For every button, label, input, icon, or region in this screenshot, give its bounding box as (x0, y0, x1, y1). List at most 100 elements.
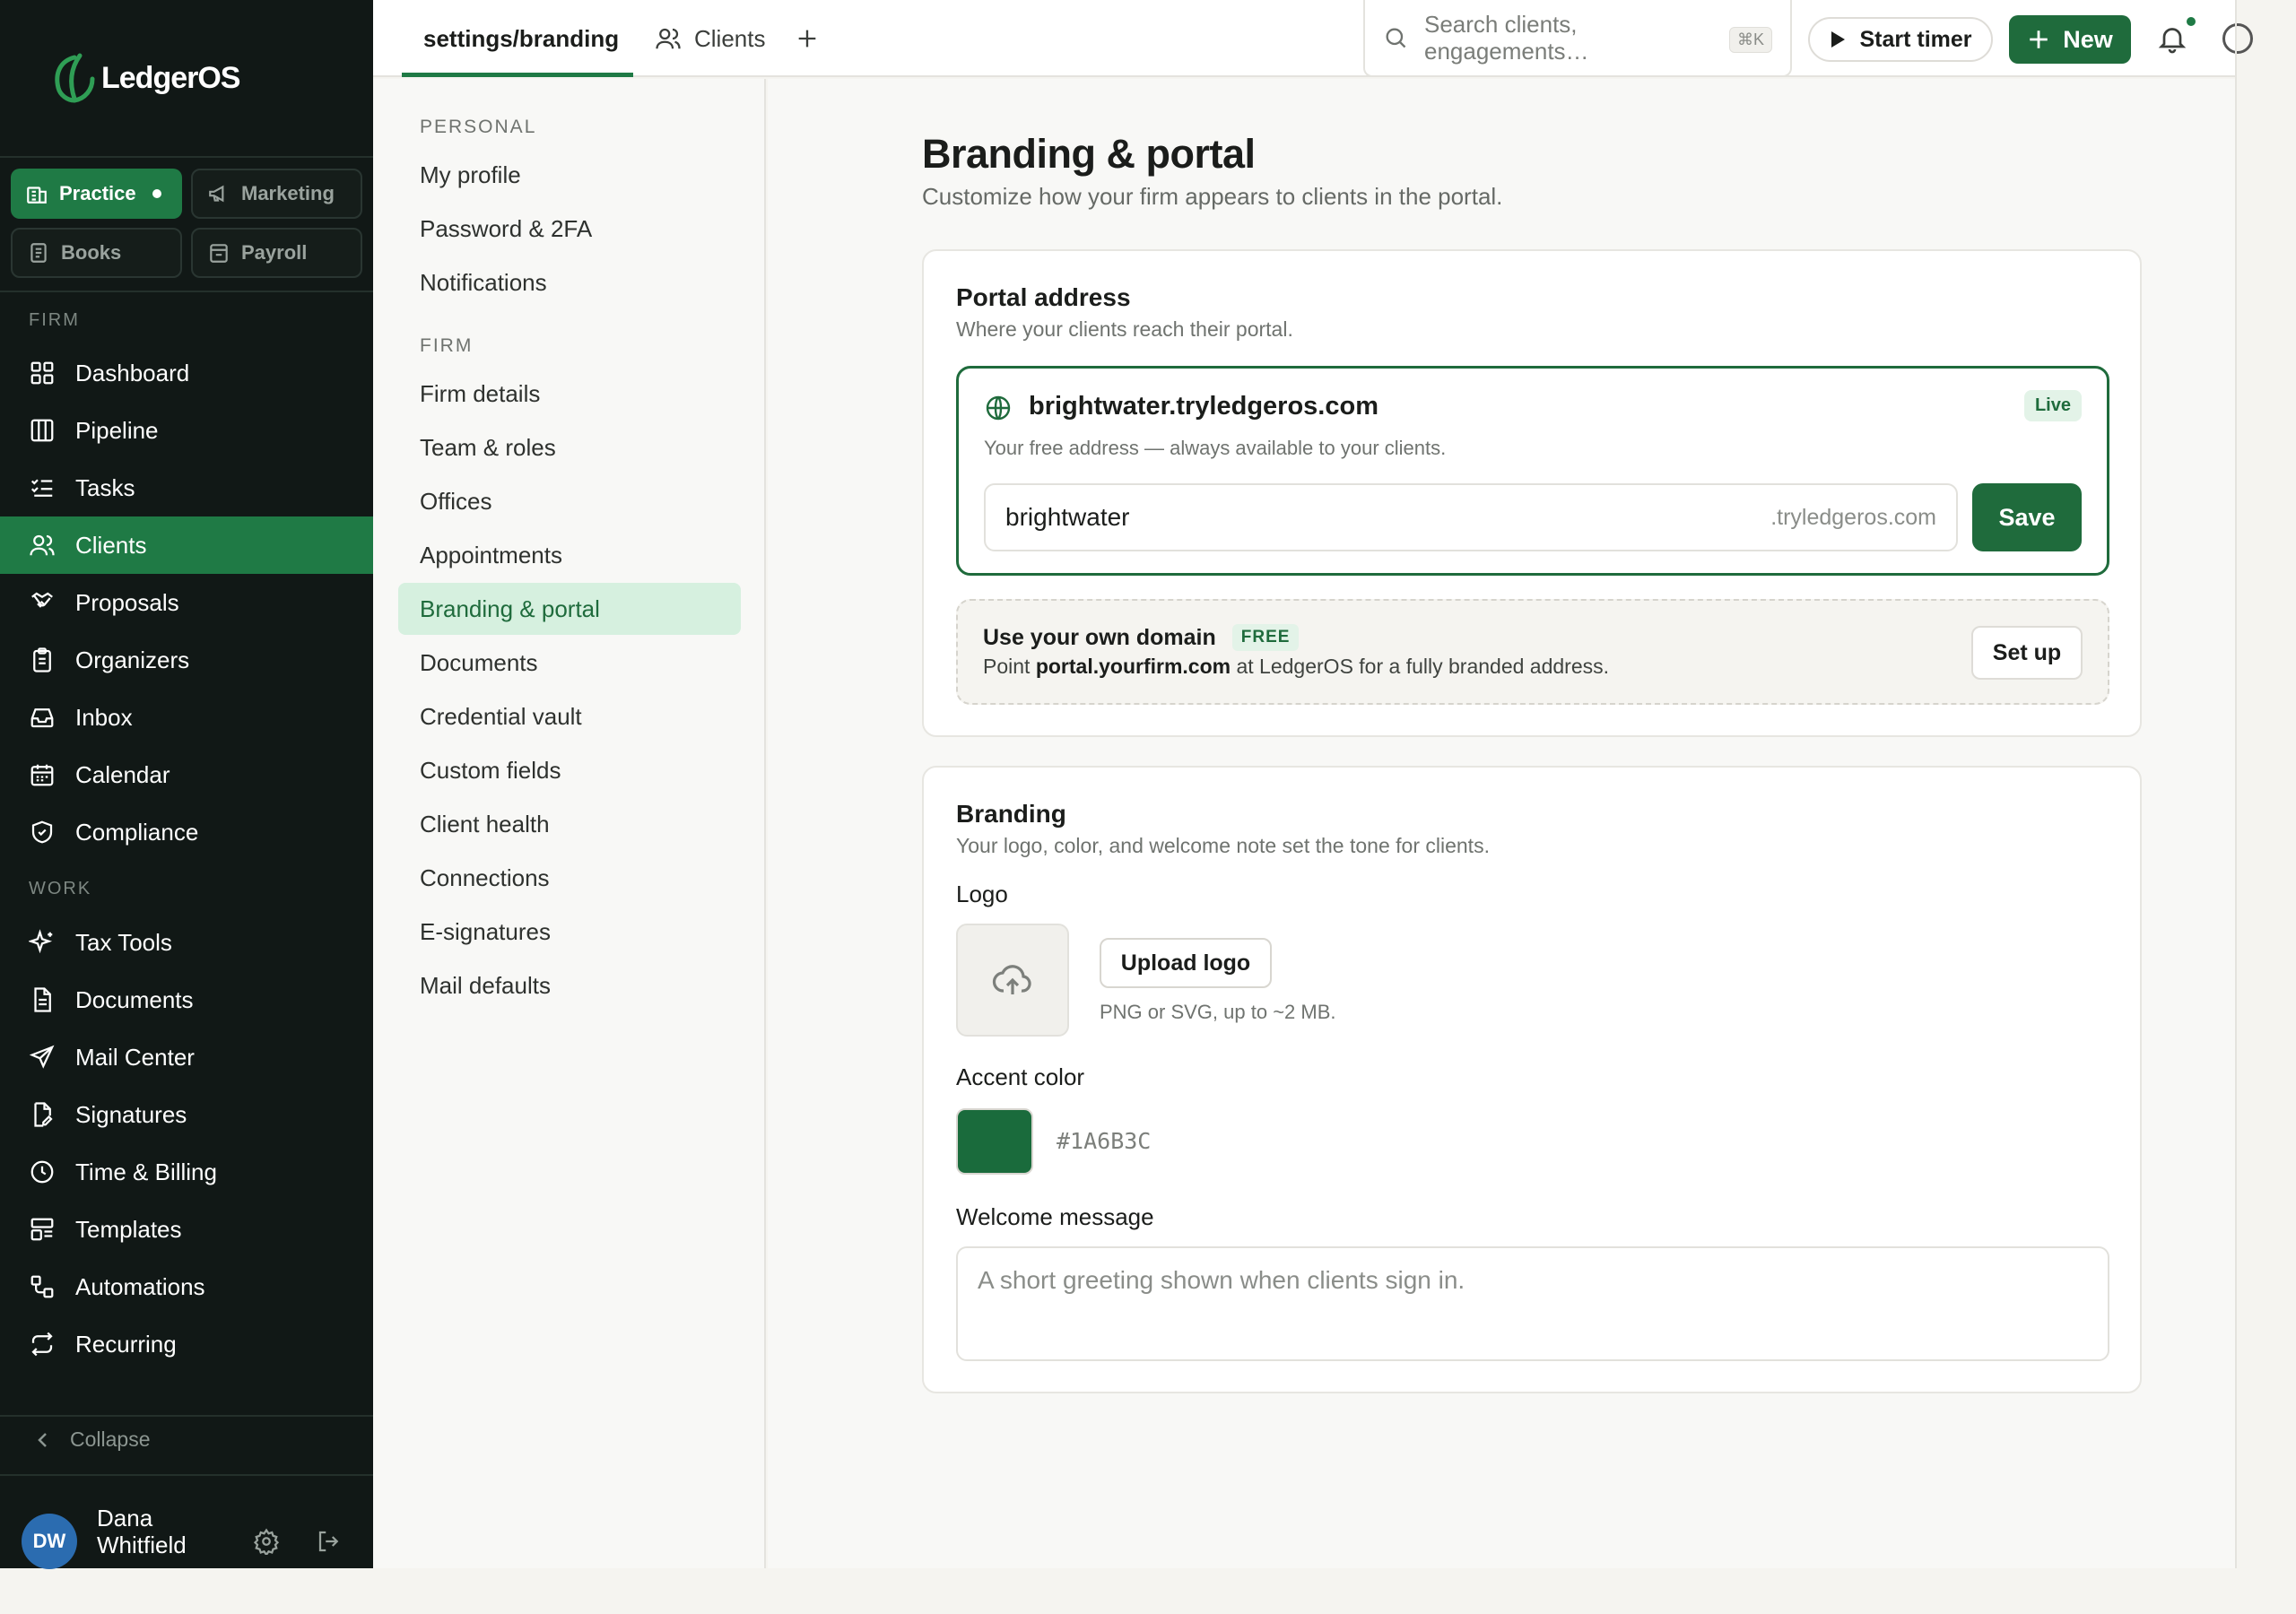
menu-item-e-signatures[interactable]: E-signatures (398, 906, 741, 958)
sidebar-item-label: Tasks (75, 473, 135, 501)
users-icon (656, 28, 681, 49)
menu-item-mail-defaults[interactable]: Mail defaults (398, 959, 741, 1011)
help-icon[interactable] (2222, 23, 2253, 54)
menu-item-firm-details[interactable]: Firm details (398, 368, 741, 420)
dashboard-icon (30, 361, 54, 385)
sidebar-item-documents[interactable]: Documents (0, 971, 373, 1028)
workspace-marketing[interactable]: Marketing (191, 169, 362, 219)
upload-hint: PNG or SVG, up to ~2 MB. (1100, 1001, 1336, 1023)
sidebar-item-clients[interactable]: Clients (0, 516, 373, 574)
page-subtitle: Customize how your firm appears to clien… (922, 183, 1503, 210)
tab-settings-branding[interactable]: settings/branding (423, 0, 619, 77)
logo-dropzone[interactable] (956, 924, 1069, 1037)
sidebar-item-label: Time & Billing (75, 1158, 217, 1185)
recurring-icon (31, 1332, 53, 1357)
sidebar-item-label: Templates (75, 1215, 182, 1243)
tab-label: settings/branding (423, 24, 620, 52)
save-button[interactable]: Save (1972, 483, 2082, 551)
workspace-label: Payroll (241, 241, 308, 264)
sidebar-item-inbox[interactable]: Inbox (0, 689, 373, 746)
menu-item-notifications[interactable]: Notifications (398, 256, 741, 308)
menu-item-team-roles[interactable]: Team & roles (398, 421, 741, 473)
note-prefix: Point (983, 655, 1036, 678)
bell-icon[interactable] (2156, 22, 2188, 56)
workspace-payroll[interactable]: Payroll (191, 228, 362, 278)
sidebar-item-label: Proposals (75, 588, 179, 616)
menu-item-documents[interactable]: Documents (398, 637, 741, 689)
app-sidebar: LedgerOS Practice Marketing Books Payrol… (0, 0, 373, 1569)
sidebar-item-label: Organizers (75, 646, 190, 673)
settings-menu: PERSONAL My profile Password & 2FA Notif… (373, 79, 766, 1568)
menu-item-branding-portal[interactable]: Branding & portal (398, 583, 741, 635)
automation-icon (30, 1275, 54, 1298)
document-icon (34, 987, 51, 1012)
new-button[interactable]: New (2009, 15, 2131, 64)
start-timer-label: Start timer (1859, 26, 1972, 52)
sidebar-item-dashboard[interactable]: Dashboard (0, 344, 373, 402)
subdomain-input[interactable]: brightwater .tryledgeros.com (984, 483, 1958, 551)
menu-item-appointments[interactable]: Appointments (398, 529, 741, 581)
sidebar-item-proposals[interactable]: Proposals (0, 574, 373, 631)
upload-logo-button[interactable]: Upload logo (1100, 938, 1272, 988)
card-subtitle: Where your clients reach their portal. (956, 317, 1293, 341)
search-shortcut: ⌘K (1728, 27, 1772, 53)
brand-logo[interactable]: LedgerOS (51, 52, 240, 104)
sidebar-item-pipeline[interactable]: Pipeline (0, 402, 373, 459)
divider (0, 156, 373, 158)
divider (0, 1415, 373, 1417)
menu-item-connections[interactable]: Connections (398, 852, 741, 904)
menu-item-password-2fa[interactable]: Password & 2FA (398, 203, 741, 255)
portal-address-box: brightwater.tryledgeros.com Live Your fr… (956, 366, 2109, 576)
menu-item-offices[interactable]: Offices (398, 475, 741, 527)
sidebar-item-recurring[interactable]: Recurring (0, 1315, 373, 1373)
search-input[interactable]: Search clients, engagements… ⌘K (1363, 0, 1792, 77)
sidebar-item-label: Clients (75, 531, 147, 559)
sidebar-item-automations[interactable]: Automations (0, 1258, 373, 1315)
custom-domain-title: Use your own domain FREE (983, 624, 1300, 651)
workspace-label: Practice (59, 182, 136, 204)
sidebar-item-label: Recurring (75, 1330, 177, 1358)
accent-color-swatch[interactable] (956, 1108, 1033, 1175)
shield-icon (31, 820, 53, 844)
sidebar-item-tax-tools[interactable]: Tax Tools (0, 914, 373, 971)
gear-icon[interactable] (253, 1528, 280, 1555)
user-name: Dana Whitfield (97, 1505, 187, 1558)
accent-color-hex[interactable]: #1A6B3C (1057, 1128, 1151, 1154)
right-edge-divider (2235, 0, 2237, 1568)
cloud-upload-icon (992, 965, 1031, 994)
inbox-icon (30, 708, 54, 728)
sidebar-item-label: Compliance (75, 818, 199, 846)
sidebar-item-templates[interactable]: Templates (0, 1201, 373, 1258)
tasks-icon (30, 479, 53, 497)
logout-icon[interactable] (316, 1528, 343, 1555)
tab-clients[interactable]: Clients (655, 0, 765, 77)
sidebar-item-signatures[interactable]: Signatures (0, 1086, 373, 1143)
menu-item-custom-fields[interactable]: Custom fields (398, 744, 741, 796)
sidebar-item-calendar[interactable]: Calendar (0, 746, 373, 803)
avatar[interactable]: DW (22, 1514, 77, 1569)
new-tab-button[interactable] (795, 0, 820, 77)
start-timer-button[interactable]: Start timer (1808, 17, 1993, 62)
active-dot (152, 189, 161, 198)
notification-dot (2185, 15, 2197, 28)
menu-item-client-health[interactable]: Client health (398, 798, 741, 850)
workspace-practice[interactable]: Practice (11, 169, 182, 219)
section-label-work: WORK (29, 879, 92, 898)
clipboard-icon (33, 647, 51, 672)
collapse-button[interactable]: Collapse (34, 1427, 151, 1452)
sidebar-item-tasks[interactable]: Tasks (0, 459, 373, 516)
menu-item-credential-vault[interactable]: Credential vault (398, 690, 741, 742)
menu-section-firm: FIRM (420, 335, 474, 356)
workspace-books[interactable]: Books (11, 228, 182, 278)
sidebar-item-time-billing[interactable]: Time & Billing (0, 1143, 373, 1201)
menu-item-my-profile[interactable]: My profile (398, 149, 741, 201)
sidebar-item-compliance[interactable]: Compliance (0, 803, 373, 861)
plus-icon (2030, 30, 2048, 48)
sidebar-item-mail-center[interactable]: Mail Center (0, 1028, 373, 1086)
subdomain-value: brightwater (1005, 503, 1130, 531)
sidebar-item-organizers[interactable]: Organizers (0, 631, 373, 689)
set-up-button[interactable]: Set up (1971, 626, 2083, 680)
status-badge: Live (2023, 390, 2082, 421)
custom-domain-note: Point portal.yourfirm.com at LedgerOS fo… (983, 655, 1609, 679)
welcome-message-input[interactable]: A short greeting shown when clients sign… (956, 1246, 2109, 1361)
